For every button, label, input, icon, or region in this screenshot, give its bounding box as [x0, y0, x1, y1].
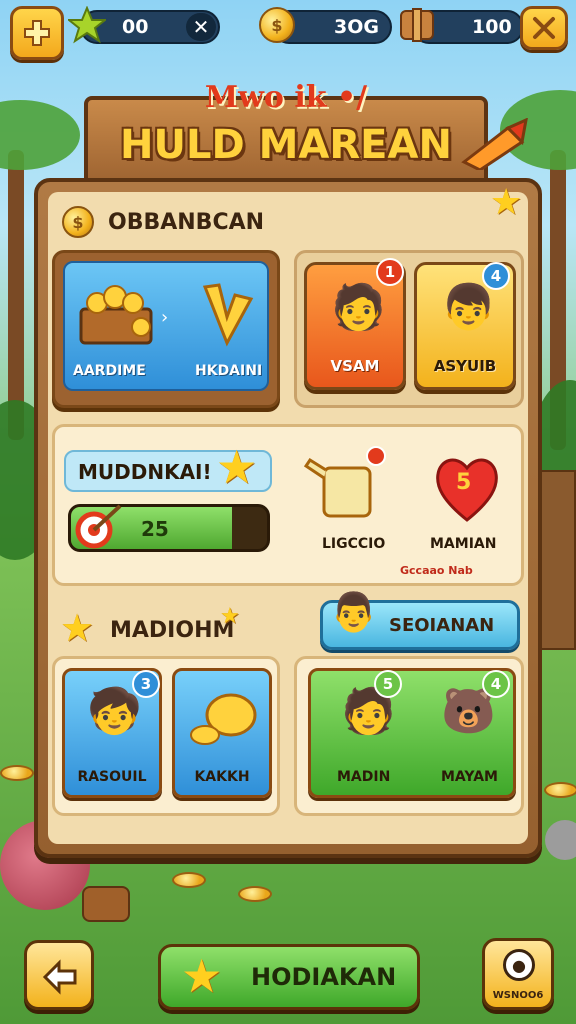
tile-kakkh[interactable]: KAKKH — [172, 668, 272, 798]
pencil-icon — [461, 118, 528, 170]
character-icon: 🧒 — [87, 686, 142, 737]
chest-icon — [398, 4, 436, 42]
badge: 3 — [132, 670, 160, 698]
coin-icon: $ — [258, 6, 296, 44]
star-counter-value: 00 — [122, 16, 149, 38]
mission-banner-label: MUDDNKAI! — [78, 460, 212, 484]
star-icon — [68, 6, 106, 44]
star-icon: ★ — [216, 440, 258, 494]
char-card-2-label: ASYUIB — [433, 357, 497, 375]
ground-coin — [544, 782, 576, 798]
star-icon: ★ — [60, 606, 95, 650]
treasure-left-label: AARDIME — [73, 363, 146, 379]
section3-label: MADIOHM — [110, 618, 235, 643]
ground-coin — [238, 886, 272, 902]
chest-counter-value: 100 — [472, 16, 512, 38]
hodiakan-button-label: HODIAKAN — [251, 963, 397, 991]
badge: 5 — [374, 670, 402, 698]
plus-icon — [24, 20, 50, 46]
star-icon: ★ — [181, 949, 223, 1003]
lock-icon: ● — [503, 949, 535, 981]
section1-label: OBBANBCAN — [108, 210, 265, 235]
badge: 4 — [482, 262, 510, 290]
character-icon: 👨 — [330, 590, 378, 634]
title-subtitle: Mwo ik •/ — [204, 80, 368, 115]
tile-mayam-label: MAYAM — [441, 769, 498, 785]
star-icon: ★ — [220, 604, 240, 629]
badge: 4 — [482, 670, 510, 698]
treasure-chest-icon — [79, 285, 153, 345]
badge: 1 — [376, 258, 404, 286]
profile-caption: WSNOO6 — [492, 990, 544, 1001]
back-button[interactable] — [24, 940, 94, 1010]
watering-can-icon — [303, 446, 386, 518]
tools-icon — [533, 17, 555, 39]
tile-rasouil-label: RASOUIL — [77, 769, 147, 785]
star-icon: ★ — [490, 182, 523, 223]
coin-counter-value: 3OG — [334, 16, 379, 38]
profile-button[interactable]: ● WSNOO6 — [482, 938, 554, 1010]
horseshoe-icon — [202, 283, 254, 347]
add-button[interactable] — [10, 6, 64, 60]
hodiakan-button[interactable]: ★ HODIAKAN — [158, 944, 420, 1010]
tile-kakkh-label: KAKKH — [194, 769, 250, 785]
seoianan-button-label: SEOIANAN — [389, 615, 495, 636]
treasure-card[interactable]: › AARDIME HKDAINI — [52, 250, 280, 408]
ground-coin — [0, 765, 34, 781]
back-arrow-icon — [42, 959, 77, 995]
coin-icon: $ — [62, 206, 94, 238]
character-icon: 🧑 — [331, 282, 386, 333]
coin-pile-icon — [190, 693, 257, 745]
tile-madin-label: MADIN — [337, 769, 391, 785]
page-title: HULD MAREAN — [120, 122, 452, 168]
arrow-icon: › — [161, 307, 169, 328]
title-sign: Mwo ik •/ HULD MAREAN — [84, 80, 488, 190]
progress-value: 25 — [141, 517, 169, 541]
target-icon — [75, 504, 122, 549]
item2-label: MAMIAN — [430, 536, 497, 552]
footnote-text: Gccaao Nab — [400, 564, 473, 577]
char-card-1-label: VSAM — [330, 357, 380, 375]
footnote: Gccaao Nab — [400, 564, 473, 577]
settings-button[interactable] — [520, 6, 568, 50]
item1-label: LIGCCIO — [322, 536, 386, 552]
close-icon[interactable]: ✕ — [186, 13, 216, 41]
treasure-right-label: HKDAINI — [195, 363, 263, 379]
character-icon: 👦 — [441, 282, 496, 333]
heart-value: 5 — [456, 470, 472, 495]
ground-coin — [172, 872, 206, 888]
